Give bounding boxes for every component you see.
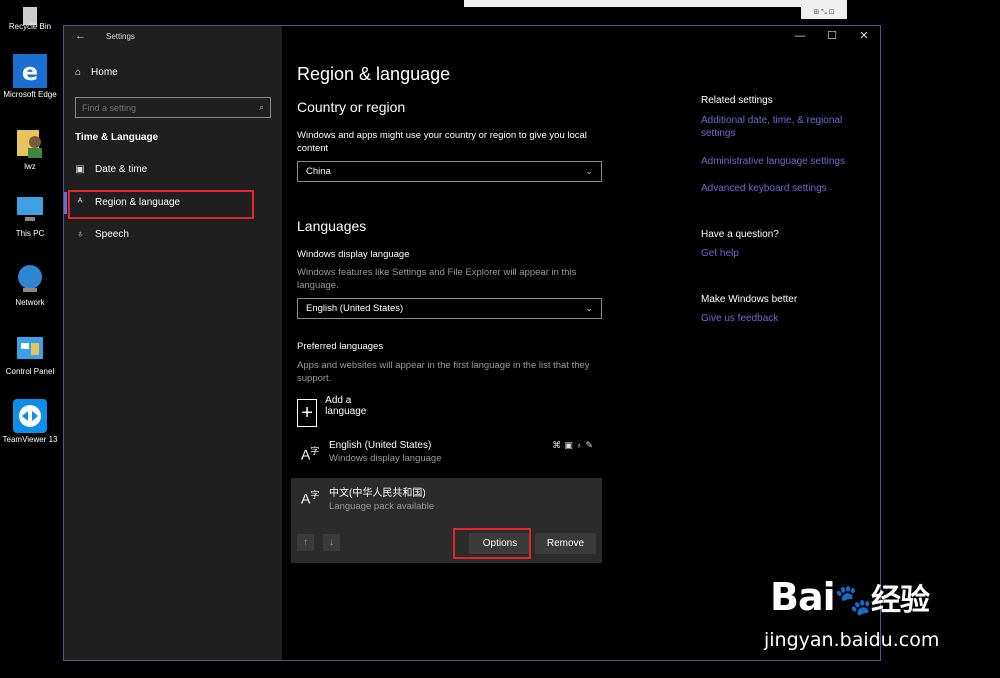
settings-window: ← Settings ⌂ Home ⌕ Time & Language ▣ Da… xyxy=(63,25,881,661)
add-language-label: Add a language xyxy=(325,395,367,417)
move-down-button[interactable]: ↓ xyxy=(323,534,340,551)
control-panel-icon xyxy=(13,331,47,365)
related-settings-heading: Related settings xyxy=(701,95,773,106)
paw-icon: 🐾 xyxy=(834,583,872,618)
chevron-down-icon: ⌄ xyxy=(585,303,593,313)
sidebar-item-region-language[interactable]: ᴬ Region & language xyxy=(75,197,180,208)
watermark-brand-cn: 经验 xyxy=(871,583,930,618)
desktop-icon-control-panel[interactable]: Control Panel xyxy=(2,331,58,376)
svg-text:e: e xyxy=(22,58,38,86)
desktop-icon-label: This PC xyxy=(15,229,45,238)
desktop-icon-this-pc[interactable]: This PC xyxy=(2,193,58,238)
language-name: 中文(中华人民共和国) xyxy=(329,488,426,499)
language-features-icons: ⌘▣♁✎ xyxy=(552,440,596,450)
display-language-label: Windows display language xyxy=(297,249,410,260)
desktop-icon-label: Microsoft Edge xyxy=(3,90,57,99)
home-icon: ⌂ xyxy=(75,67,82,78)
chevron-down-icon: ⌄ xyxy=(585,166,593,176)
computer-icon xyxy=(13,193,47,227)
desktop-icon-teamviewer[interactable]: TeamViewer 13 xyxy=(2,399,58,444)
window-controls: — ☐ ✕ xyxy=(784,26,880,46)
edge-icon: e xyxy=(13,54,47,88)
language-icon: A字 xyxy=(301,446,320,463)
move-up-button[interactable]: ↑ xyxy=(297,534,314,551)
desktop-icon-network[interactable]: Network xyxy=(2,262,58,307)
language-icon: A字 xyxy=(301,490,320,507)
country-value: China xyxy=(306,166,331,177)
desktop-icon-label: Control Panel xyxy=(5,367,55,376)
link-admin-language[interactable]: Administrative language settings xyxy=(701,155,861,168)
nav-home[interactable]: ⌂ Home xyxy=(75,67,118,78)
link-get-help[interactable]: Get help xyxy=(701,247,861,260)
country-description: Windows and apps might use your country … xyxy=(297,130,587,154)
calendar-clock-icon: ▣ xyxy=(75,164,85,175)
microphone-icon: ♁ xyxy=(76,229,84,240)
language-status: Windows display language xyxy=(329,453,442,464)
desktop-icon-label: Network xyxy=(15,298,45,307)
search-input[interactable] xyxy=(82,102,259,113)
sidebar-item-speech[interactable]: ♁ Speech xyxy=(75,229,129,240)
baidu-watermark: Bai🐾经验 jingyan.baidu.com xyxy=(764,575,939,651)
search-icon[interactable]: ⌕ xyxy=(259,102,264,113)
language-item-english[interactable]: A字 English (United States) Windows displ… xyxy=(291,434,602,470)
languages-heading: Languages xyxy=(297,218,367,234)
background-window-strip xyxy=(464,0,847,7)
network-icon xyxy=(13,262,47,296)
plus-icon: + xyxy=(297,399,318,427)
link-additional-date-time[interactable]: Additional date, time, & regional settin… xyxy=(701,114,861,140)
desktop-icon-label: lwz xyxy=(24,162,36,171)
maximize-button[interactable]: ☐ xyxy=(816,26,848,46)
desktop-icon-edge[interactable]: e Microsoft Edge xyxy=(2,54,58,99)
user-folder-icon xyxy=(13,126,47,160)
preferred-languages-description: Apps and websites will appear in the fir… xyxy=(297,360,590,384)
desktop-icon-label: TeamViewer 13 xyxy=(2,435,58,444)
country-dropdown[interactable]: China ⌄ xyxy=(297,161,602,182)
better-heading: Make Windows better xyxy=(701,294,798,305)
add-language-button[interactable]: + Add a language xyxy=(297,395,374,427)
remove-button[interactable]: Remove xyxy=(535,533,596,554)
display-language-value: English (United States) xyxy=(306,303,404,314)
page-title: Region & language xyxy=(297,64,451,84)
link-advanced-keyboard[interactable]: Advanced keyboard settings xyxy=(701,182,861,195)
question-heading: Have a question? xyxy=(701,229,779,240)
desktop-icon-user-folder[interactable]: lwz xyxy=(2,126,58,171)
sidebar-item-label: Region & language xyxy=(95,197,181,208)
options-button[interactable]: Options xyxy=(469,533,531,554)
close-button[interactable]: ✕ xyxy=(848,26,880,46)
desktop-icon-recycle-bin[interactable]: Recycle Bin xyxy=(2,0,58,31)
sidebar-item-label: Date & time xyxy=(95,164,148,175)
display-language-description: Windows features like Settings and File … xyxy=(297,267,577,291)
minimize-button[interactable]: — xyxy=(784,26,816,46)
sidebar-item-label: Speech xyxy=(95,229,129,240)
desktop-icon-label: Recycle Bin xyxy=(8,22,52,31)
section-heading: Time & Language xyxy=(75,132,159,143)
nav-home-label: Home xyxy=(91,67,118,78)
language-status: Language pack available xyxy=(329,501,435,512)
background-window-controls: ⊞ ⤡ ⊡ xyxy=(801,7,847,19)
recycle-bin-icon xyxy=(13,0,47,25)
selected-indicator xyxy=(64,192,67,214)
preferred-languages-label: Preferred languages xyxy=(297,341,384,352)
watermark-url: jingyan.baidu.com xyxy=(764,629,940,651)
search-box[interactable]: ⌕ xyxy=(75,97,271,118)
display-language-dropdown[interactable]: English (United States) ⌄ xyxy=(297,298,602,319)
language-icon: ᴬ xyxy=(77,197,83,208)
country-heading: Country or region xyxy=(297,99,406,115)
link-feedback[interactable]: Give us feedback xyxy=(701,312,861,325)
back-arrow-icon[interactable]: ← xyxy=(75,30,86,42)
watermark-brand: Bai xyxy=(770,575,836,619)
teamviewer-icon xyxy=(13,399,47,433)
sidebar: ← Settings ⌂ Home ⌕ Time & Language ▣ Da… xyxy=(64,26,282,660)
window-title: Settings xyxy=(106,32,135,41)
sidebar-item-date-time[interactable]: ▣ Date & time xyxy=(75,164,147,175)
